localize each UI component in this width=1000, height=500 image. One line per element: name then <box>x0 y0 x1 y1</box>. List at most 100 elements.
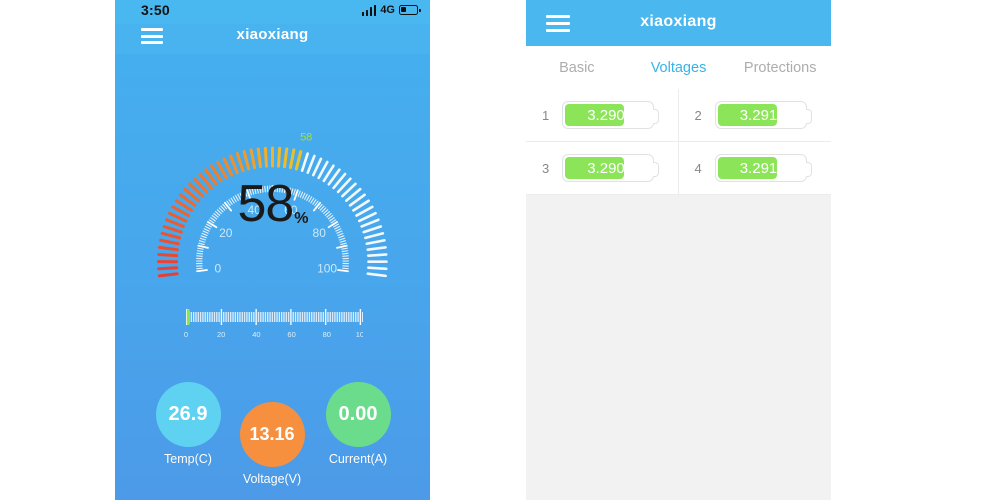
cell-battery-icon: 3.290 <box>562 154 659 182</box>
gauge-minor-tick <box>197 247 204 250</box>
left-nav-bar: xiaoxiang <box>115 24 430 54</box>
right-nav-bar: xiaoxiang <box>526 0 831 46</box>
slider-tick <box>257 312 260 322</box>
slider-tick <box>329 312 331 322</box>
slider-tick <box>246 312 248 322</box>
gauge-value-number: 58 <box>237 175 294 233</box>
slider-tick <box>211 312 213 322</box>
gauge-tick <box>263 146 268 168</box>
cell-index: 3 <box>542 160 550 176</box>
slider-tick <box>262 312 264 322</box>
cell-battery-icon: 3.291 <box>714 154 812 182</box>
gauge-minor-tick <box>336 230 343 234</box>
cell-grid: 1 3.290 2 3.291 3 3.290 4 3.291 <box>526 89 831 195</box>
slider-tick <box>276 312 278 322</box>
gauge-scale-label: 0 <box>215 262 222 276</box>
slider-tick <box>285 312 287 322</box>
gauge-tick <box>242 150 251 171</box>
gauge-tick <box>157 266 179 271</box>
slider-tick <box>324 309 327 325</box>
gauge-tick <box>365 239 386 246</box>
gauge-tick <box>366 253 388 257</box>
slider-tick <box>322 312 325 322</box>
gauge-minor-tick <box>196 269 208 273</box>
slider-tick-label: 40 <box>252 330 260 339</box>
gauge-minor-tick <box>339 240 346 243</box>
slider-tick <box>306 312 308 322</box>
slider-tick <box>220 309 223 325</box>
gauge-tick <box>294 150 303 171</box>
tab-protections[interactable]: Protections <box>729 60 831 76</box>
metric-current: 0.00 Current(A) <box>293 382 423 466</box>
slider-tick <box>357 312 359 322</box>
cell-battery-icon: 3.291 <box>714 101 812 129</box>
capacity-slider[interactable]: 0 20 40 60 80 100 <box>183 306 368 342</box>
gauge-minor-tick <box>198 240 206 243</box>
gauge-minor-tick <box>340 242 347 246</box>
cell-voltage-list: 1 3.290 2 3.291 3 3.290 4 3.291 <box>526 89 831 195</box>
gauge-marker-label: 58 <box>300 132 312 144</box>
gauge-minor-tick <box>197 244 209 249</box>
gauge-tick <box>306 154 316 175</box>
cell-voltage-value: 3.291 <box>739 106 778 124</box>
slider-tick <box>250 312 253 322</box>
slider-tick <box>271 312 274 322</box>
slider-tick <box>341 312 343 322</box>
slider-tick <box>239 312 241 322</box>
slider-tick-label: 0 <box>184 330 188 339</box>
cell-voltage-value: 3.290 <box>587 106 625 124</box>
cell-index: 1 <box>542 107 550 123</box>
battery-icon <box>399 5 421 15</box>
slider-tick <box>290 309 292 325</box>
slider-tick <box>192 312 195 322</box>
slider-tick <box>327 312 329 322</box>
slider-tick <box>336 312 338 322</box>
slider-tick <box>297 312 299 322</box>
slider-tick <box>232 312 234 322</box>
slider-tick <box>287 312 290 322</box>
slider-tick <box>352 312 355 322</box>
gauge-tick <box>249 148 257 170</box>
gauge-tick <box>300 152 309 172</box>
signal-bars-icon <box>361 4 377 16</box>
gauge-minor-tick <box>337 269 349 273</box>
cell-item[interactable]: 4 3.291 <box>678 142 831 195</box>
slider-tick <box>338 312 341 322</box>
slider-tick <box>204 312 206 322</box>
slider-tick-label: 80 <box>323 330 331 339</box>
gauge-minor-tick <box>199 237 207 241</box>
gauge-tick <box>366 272 387 278</box>
slider-tick <box>264 312 267 322</box>
gauge-minor-tick <box>198 242 205 246</box>
tab-bar: Basic Voltages Protections <box>526 46 831 89</box>
app-title: xiaoxiang <box>236 26 309 43</box>
slider-svg: 0 20 40 60 80 100 <box>184 309 368 339</box>
tab-basic[interactable]: Basic <box>526 60 628 76</box>
slider-tick <box>206 312 209 322</box>
slider-tick <box>320 312 322 322</box>
cell-battery-icon: 3.290 <box>562 101 659 129</box>
slider-tick <box>241 312 243 322</box>
slider-tick <box>199 312 202 322</box>
slider-tick <box>355 312 357 322</box>
slider-tick <box>345 312 348 322</box>
network-type-label: 4G <box>380 4 395 16</box>
cell-item[interactable]: 2 3.291 <box>678 89 831 142</box>
cell-item[interactable]: 3 3.290 <box>526 142 679 195</box>
tab-voltages[interactable]: Voltages <box>628 60 730 76</box>
gauge-tick <box>312 157 323 177</box>
metrics-row: 26.9 Temp(C) 13.16 Voltage(V) 0.00 Curre… <box>115 382 430 492</box>
slider-tick <box>216 312 218 322</box>
right-phone-screen: xiaoxiang Basic Voltages Protections 1 3.29… <box>526 0 831 500</box>
gauge-minor-tick <box>341 250 349 253</box>
slider-tick <box>280 312 283 322</box>
slider-tick <box>362 312 364 322</box>
slider-tick-labels: 0 20 40 60 80 100 <box>184 330 368 339</box>
gauge-minor-tick <box>338 237 346 241</box>
gauge-tick <box>364 232 385 240</box>
gauge-tick <box>157 272 179 278</box>
gauge-minor-tick <box>196 252 204 255</box>
cell-item[interactable]: 1 3.290 <box>526 89 679 142</box>
slider-tick <box>331 312 334 322</box>
slider-tick <box>350 312 352 322</box>
